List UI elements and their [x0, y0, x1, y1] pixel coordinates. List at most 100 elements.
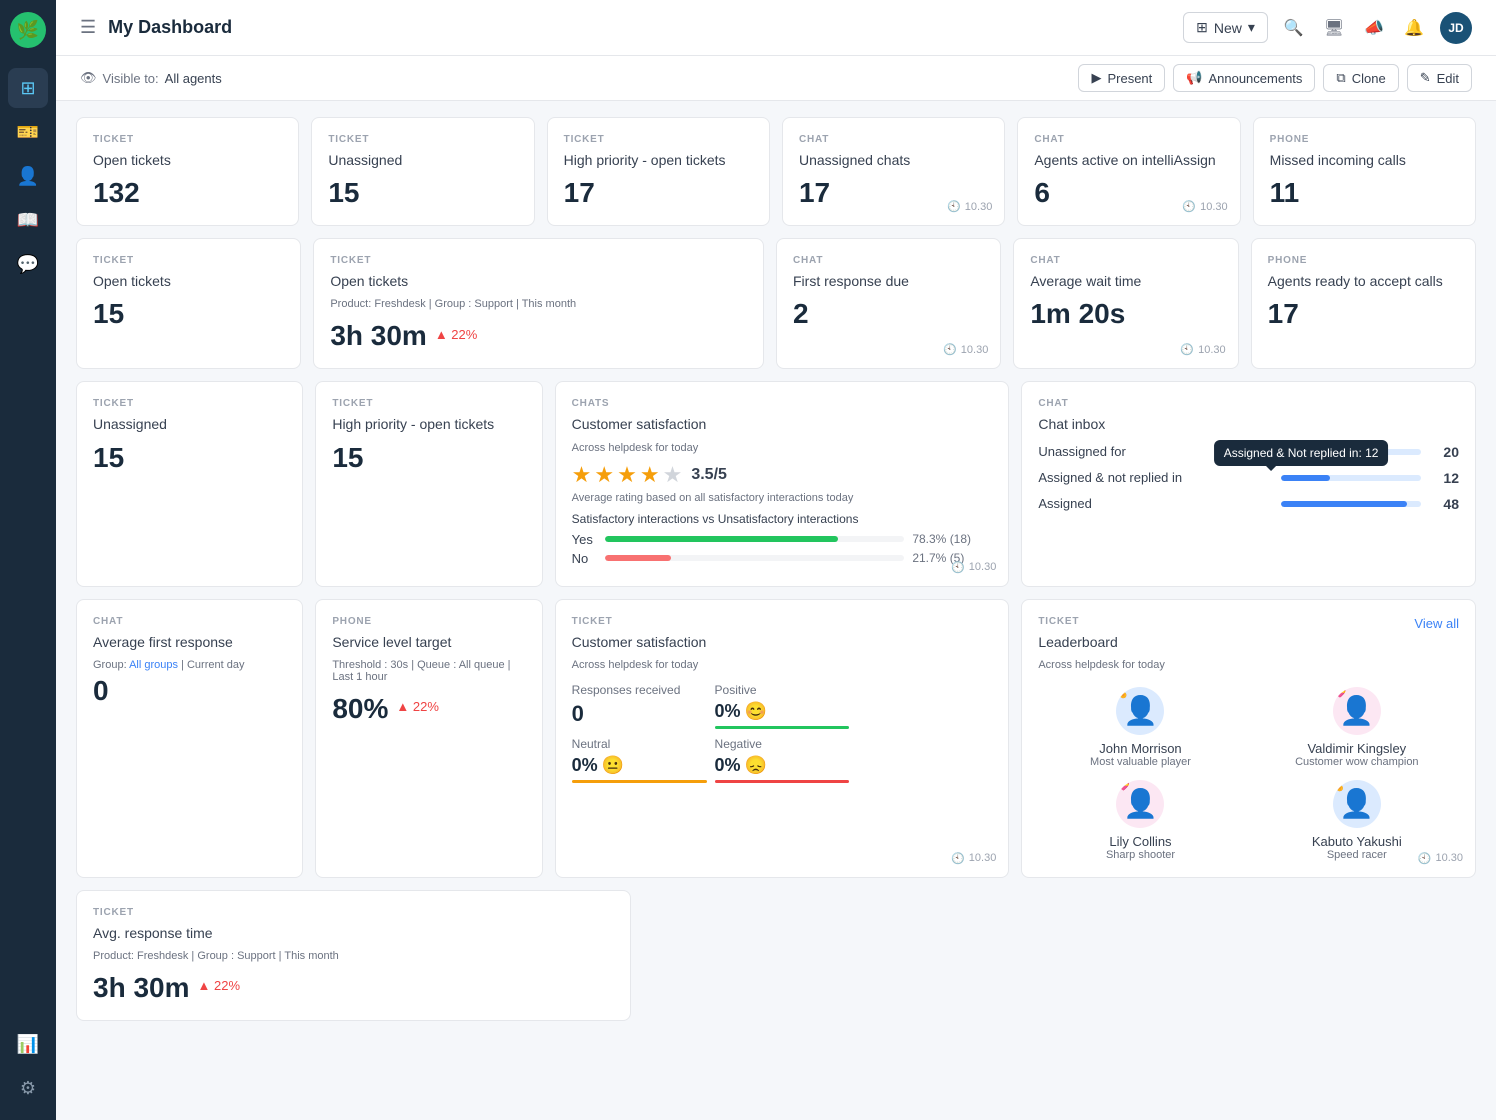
tickets-icon: 🎫	[17, 122, 39, 143]
menu-icon[interactable]: ☰	[80, 17, 96, 38]
topbar-right: ⊞ New ▾ 🔍 🖥 📣 🔔 JD	[1183, 12, 1472, 44]
main-content: ☰ My Dashboard ⊞ New ▾ 🔍 🖥 📣 🔔 JD 👁 Visi…	[56, 0, 1496, 1120]
card-high-priority-tickets: TICKET High priority - open tickets 17	[547, 117, 770, 226]
leader-valdimir-kingsley: 👤 💝 Valdimir Kingsley Customer wow champ…	[1255, 687, 1459, 768]
card-chat-inbox: CHAT Chat inbox Unassigned for 20 Assign…	[1021, 381, 1476, 586]
clock-icon-6: 🕙	[951, 852, 965, 865]
search-icon[interactable]: 🔍	[1280, 14, 1308, 42]
megaphone-icon[interactable]: 📣	[1360, 14, 1388, 42]
contacts-icon: 👤	[17, 166, 39, 187]
leader-lily-collins: 👤 💝 Lily Collins Sharp shooter	[1038, 780, 1242, 861]
neutral-icon: 😐	[602, 755, 624, 776]
sidebar-item-tickets[interactable]: 🎫	[8, 112, 48, 152]
card-customer-satisfaction-chat: CHATS Customer satisfaction Across helpd…	[555, 381, 1010, 586]
avg-label: Average rating based on all satisfactory…	[572, 492, 993, 504]
card-customer-satisfaction-ticket: TICKET Customer satisfaction Across help…	[555, 599, 1010, 878]
metric-row-2: TICKET Open tickets 15 TICKET Open ticke…	[76, 238, 1476, 369]
card-time-1: 🕙 10.30	[947, 200, 992, 213]
card-open-tickets: TICKET Open tickets 132	[76, 117, 299, 226]
announcements-icon: 📢	[1186, 70, 1202, 86]
clock-icon-5: 🕙	[951, 561, 965, 574]
edit-button[interactable]: ✎ Edit	[1407, 64, 1472, 92]
card-high-priority-3: TICKET High priority - open tickets 15	[315, 381, 542, 586]
clone-button[interactable]: ⧉ Clone	[1323, 64, 1398, 92]
new-button[interactable]: ⊞ New ▾	[1183, 12, 1268, 43]
user-avatar[interactable]: JD	[1440, 12, 1472, 44]
chat-inbox-assigned: Assigned 48	[1038, 496, 1459, 512]
present-button[interactable]: ▶ Present	[1078, 64, 1165, 92]
clock-icon: 🕙	[947, 200, 961, 213]
chat-inbox-assigned-not-replied: Assigned & not replied in 12 Assigned & …	[1038, 470, 1459, 486]
star-4: ★	[640, 462, 660, 488]
sidebar-item-contacts[interactable]: 👤	[8, 156, 48, 196]
knowledge-icon: 📖	[17, 210, 39, 231]
subbar: 👁 Visible to: All agents ▶ Present 📢 Ann…	[56, 56, 1496, 101]
visibility-info: 👁 Visible to: All agents	[80, 70, 222, 86]
leader-kabuto-yakushi: 👤 🏅 Kabuto Yakushi Speed racer	[1255, 780, 1459, 861]
star-2: ★	[594, 462, 614, 488]
avg-first-resp-subtitle: Group: All groups | Current day	[93, 659, 286, 671]
card-agents-ready: PHONE Agents ready to accept calls 17	[1251, 238, 1476, 369]
dashboard: TICKET Open tickets 132 TICKET Unassigne…	[56, 101, 1496, 1120]
subbar-actions: ▶ Present 📢 Announcements ⧉ Clone ✎ Edit	[1078, 64, 1472, 92]
card-avg-wait-time: CHAT Average wait time 1m 20s 🕙 10.30	[1013, 238, 1238, 369]
page-title: My Dashboard	[108, 17, 232, 38]
positive-header-spacer	[857, 683, 992, 729]
bell-icon[interactable]: 🔔	[1400, 14, 1428, 42]
sidebar-item-reports[interactable]: 📊	[8, 1024, 48, 1064]
card-service-level: PHONE Service level target Threshold : 3…	[315, 599, 542, 878]
card-avg-first-response: CHAT Average first response Group: All g…	[76, 599, 303, 878]
positive-satisfaction: Positive 0% 😊	[715, 683, 850, 729]
chat-icon: 💬	[17, 254, 39, 275]
reports-icon: 📊	[17, 1034, 39, 1055]
tooltip-assigned-not-replied: Assigned & Not replied in: 12	[1214, 440, 1389, 466]
card-missed-calls: PHONE Missed incoming calls 11	[1253, 117, 1476, 226]
logo-icon: 🌿	[17, 20, 39, 41]
eye-icon: 👁	[80, 70, 97, 86]
sidebar-item-dashboard[interactable]: ⊞	[8, 68, 48, 108]
dashboard-icon: ⊞	[20, 78, 35, 99]
metric-row-1: TICKET Open tickets 132 TICKET Unassigne…	[76, 117, 1476, 226]
metric-row-5: TICKET Avg. response time Product: Fresh…	[76, 890, 1476, 1021]
card-leaderboard: TICKET Leaderboard Across helpdesk for t…	[1021, 599, 1476, 878]
screen-share-icon[interactable]: 🖥	[1320, 14, 1348, 42]
responses-received: Responses received 0	[572, 683, 707, 729]
topbar-left: ☰ My Dashboard	[80, 17, 232, 38]
card-unassigned-3: TICKET Unassigned 15	[76, 381, 303, 586]
star-3: ★	[617, 462, 637, 488]
present-icon: ▶	[1091, 70, 1101, 86]
card-unassigned-tickets: TICKET Unassigned 15	[311, 117, 534, 226]
card-agents-intelliassign: CHAT Agents active on intelliAssign 6 🕙 …	[1017, 117, 1240, 226]
sidebar-item-settings[interactable]: ⚙	[8, 1068, 48, 1108]
settings-icon: ⚙	[20, 1078, 36, 1099]
new-icon: ⊞	[1196, 19, 1208, 36]
visibility-value: All agents	[165, 71, 222, 86]
chevron-down-icon: ▾	[1248, 19, 1255, 36]
card-first-response-due: CHAT First response due 2 🕙 10.30	[776, 238, 1001, 369]
star-5: ★	[663, 462, 683, 488]
sat-yes-row: Yes 78.3% (18)	[572, 532, 993, 547]
card-avg-response-time: TICKET Open tickets Product: Freshdesk |…	[313, 238, 764, 369]
clock-icon-3: 🕙	[943, 343, 957, 356]
app-logo[interactable]: 🌿	[10, 12, 46, 48]
card-time-2: 🕙 10.30	[1182, 200, 1227, 213]
star-1: ★	[572, 462, 592, 488]
card-unassigned-chats: CHAT Unassigned chats 17 🕙 10.30	[782, 117, 1005, 226]
leader-john-morrison: 👤 🏅 John Morrison Most valuable player	[1038, 687, 1242, 768]
announcements-button[interactable]: 📢 Announcements	[1173, 64, 1315, 92]
card-avg-response-ticket: TICKET Avg. response time Product: Fresh…	[76, 890, 631, 1021]
topbar: ☰ My Dashboard ⊞ New ▾ 🔍 🖥 📣 🔔 JD	[56, 0, 1496, 56]
sidebar: 🌿 ⊞ 🎫 👤 📖 💬 📊 ⚙	[0, 0, 56, 1120]
edit-icon: ✎	[1420, 70, 1431, 86]
smile-icon: 😊	[745, 701, 767, 722]
sidebar-item-chat[interactable]: 💬	[8, 244, 48, 284]
star-rating: ★ ★ ★ ★ ★ 3.5/5	[572, 462, 993, 488]
sidebar-item-knowledge[interactable]: 📖	[8, 200, 48, 240]
metric-row-4: CHAT Average first response Group: All g…	[76, 599, 1476, 878]
clock-icon-7: 🕙	[1418, 852, 1432, 865]
leaderboard-view-all[interactable]: View all	[1414, 616, 1459, 631]
frown-icon: 😞	[745, 755, 767, 776]
card-open-tickets-2: TICKET Open tickets 15	[76, 238, 301, 369]
interactions-label: Satisfactory interactions vs Unsatisfact…	[572, 512, 993, 526]
negative-satisfaction: Negative 0% 😞	[715, 737, 850, 783]
